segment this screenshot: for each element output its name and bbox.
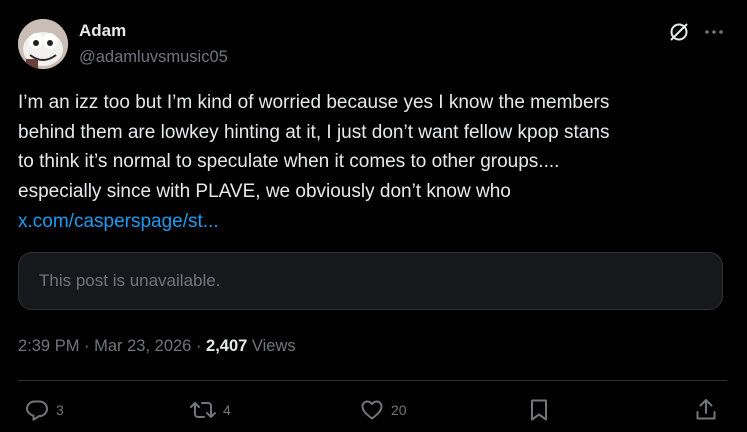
author-display-name[interactable]: Adam [79,20,126,42]
more-icon[interactable] [702,21,726,43]
post-date[interactable]: Mar 23, 2026 [94,337,191,355]
reply-button[interactable]: 3 [24,397,64,423]
reply-icon [26,400,48,421]
post-meta: 2:39 PM · Mar 23, 2026 · 2,407 Views [18,335,296,357]
share-icon [696,399,716,420]
bookmark-button[interactable] [527,397,551,423]
quoted-post-unavailable-text: This post is unavailable. [39,271,221,290]
post-link[interactable]: x.com/casperspage/st... [18,207,219,237]
meta-separator: · [191,337,207,355]
avatar-image [18,19,68,69]
post: Adam @adamluvsmusic05 I’m an izz too but… [0,0,747,432]
views-count: 2,407 [206,337,248,355]
views-label: Views [247,337,296,355]
repost-icon [190,402,216,418]
divider [18,380,727,381]
author-handle[interactable]: @adamluvsmusic05 [79,46,228,68]
share-button[interactable] [694,397,718,423]
like-button[interactable]: 20 [359,397,407,423]
bookmark-icon [531,399,547,421]
repost-count: 4 [223,402,231,418]
avatar[interactable] [18,19,68,69]
grok-icon[interactable] [668,21,690,43]
heart-icon [361,400,383,420]
quoted-post-card: This post is unavailable. [18,252,723,310]
like-count: 20 [391,402,407,418]
repost-button[interactable]: 4 [189,397,231,423]
post-time[interactable]: 2:39 PM [18,337,79,355]
reply-count: 3 [56,402,64,418]
meta-separator: · [79,337,95,355]
post-text: I’m an izz too but I’m kind of worried b… [18,92,610,202]
